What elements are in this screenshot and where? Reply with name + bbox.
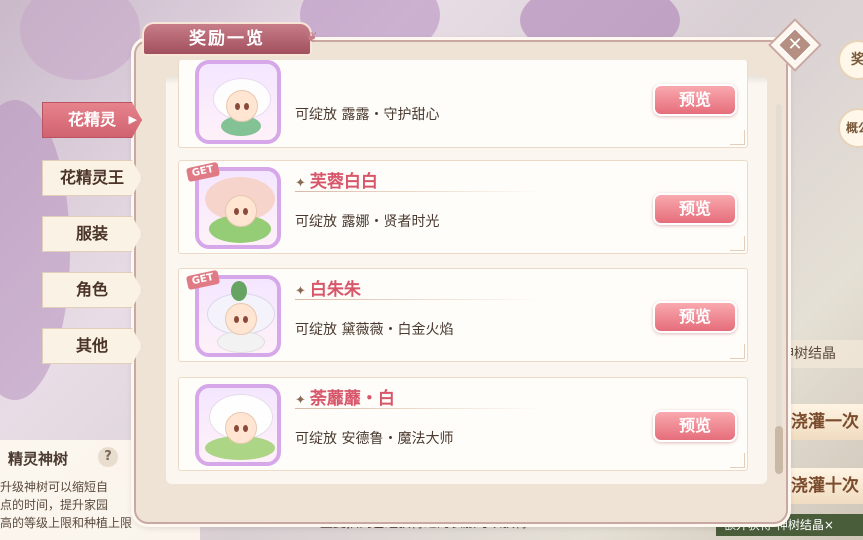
reward-name: ✦ 荼蘼蘼・白 [295, 389, 395, 409]
reward-name: ✦ 芙蓉白白 [295, 172, 378, 192]
tab-other[interactable]: 其他 [42, 328, 142, 364]
list-item: GET ✦ 芙蓉白白 可绽放 露娜・贤者时光 预览 [178, 160, 748, 254]
corner-ornament [730, 344, 745, 359]
corner-ornament [730, 236, 745, 251]
title-ornament-icon: ❦ [306, 30, 318, 46]
preview-button[interactable]: 预览 [653, 84, 737, 116]
tree-description: 点的时间，提升家园 [0, 498, 109, 512]
sparkle-icon: ✦ [295, 176, 306, 191]
corner-ornament [730, 130, 745, 145]
list-item: ✦ 荼蘼蘼・白 可绽放 安德鲁・魔法大师 预览 [178, 377, 748, 471]
reward-description: 可绽放 露娜・贤者时光 [295, 214, 440, 230]
close-icon[interactable]: ✕ [783, 33, 807, 57]
tab-clothing[interactable]: 服装 [42, 216, 142, 252]
reward-description: 可绽放 黛薇薇・白金火焰 [295, 322, 454, 338]
list-item: GET ✦ 白朱朱 可绽放 黛薇薇・白金火焰 预览 [178, 268, 748, 362]
background-flower [20, 0, 140, 80]
flower-spirit-avatar [195, 167, 281, 249]
scrollbar-thumb[interactable] [775, 426, 783, 474]
sparkle-icon: ✦ [295, 393, 306, 408]
reward-description: 可绽放 露露・守护甜心 [295, 107, 440, 123]
water-ten-button[interactable]: 浇灌十次 [783, 468, 863, 504]
tree-title: 精灵神树 [8, 450, 69, 468]
tab-flower-spirit[interactable]: 花精灵 ▶ [42, 102, 142, 138]
tree-description: 升级神树可以缩短自 [0, 480, 109, 494]
tab-label: 花精灵 [67, 110, 116, 129]
reward-name: ✦ 白朱朱 [295, 280, 361, 300]
help-icon[interactable]: ? [98, 447, 118, 467]
name-divider [295, 191, 545, 192]
flower-spirit-avatar [195, 275, 281, 357]
tab-label: 服装 [75, 224, 108, 243]
reward-description: 可绽放 安德鲁・魔法大师 [295, 431, 454, 447]
tab-character[interactable]: 角色 [42, 272, 142, 308]
scrollbar-track[interactable] [776, 104, 782, 474]
water-once-button[interactable]: 浇灌一次 [783, 404, 863, 440]
reward-shortcut-button[interactable]: 奖 [838, 40, 863, 80]
preview-button[interactable]: 预览 [653, 410, 737, 442]
preview-button[interactable]: 预览 [653, 301, 737, 333]
name-divider [295, 408, 545, 409]
tab-flower-spirit-king[interactable]: 花精灵王 [42, 160, 142, 196]
flower-spirit-avatar [195, 60, 281, 144]
sparkle-icon: ✦ [295, 284, 306, 299]
name-divider [295, 299, 545, 300]
flower-spirit-avatar [195, 384, 281, 466]
preview-button[interactable]: 预览 [653, 193, 737, 225]
tab-label: 角色 [75, 280, 108, 299]
probability-button[interactable]: 概公 [838, 108, 863, 148]
corner-ornament [730, 453, 745, 468]
dialog-title: 奖励一览 [142, 22, 312, 56]
tree-description: 高的等级上限和种植上限 [0, 516, 133, 530]
tab-label: 花精灵王 [59, 168, 124, 187]
list-item: 可绽放 露露・守护甜心 预览 [178, 60, 748, 148]
tab-label: 其他 [75, 336, 108, 355]
